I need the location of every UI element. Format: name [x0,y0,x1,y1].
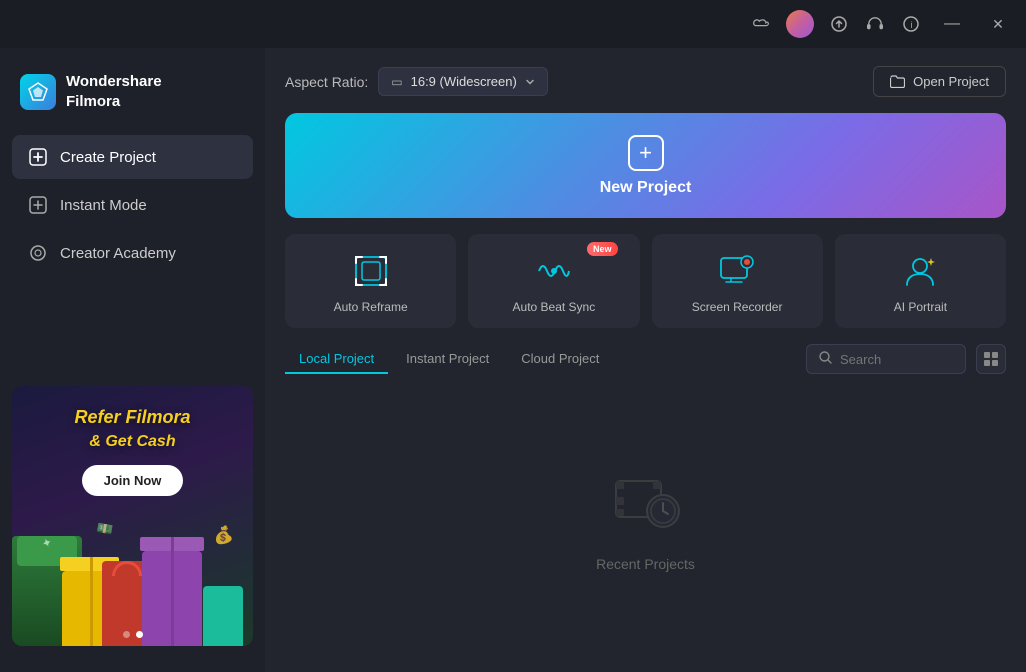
aspect-ratio-label: Aspect Ratio: [285,74,368,90]
referral-banner[interactable]: Refer Filmora & Get Cash Join Now [12,386,253,646]
banner-content: Refer Filmora & Get Cash Join Now [12,386,253,646]
new-project-card[interactable]: + New Project [285,113,1006,218]
join-now-button[interactable]: Join Now [82,465,184,496]
project-tabs-bar: Local Project Instant Project Cloud Proj… [285,344,1006,374]
dot-2 [136,631,143,638]
new-project-label: New Project [600,179,692,197]
app-body: Wondershare Filmora Create Project [0,48,1026,672]
tab-local-project[interactable]: Local Project [285,345,388,374]
sidebar-item-label: Instant Mode [60,197,147,214]
sidebar-nav: Create Project Instant Mode [0,135,265,275]
folder-icon [890,75,905,88]
tool-card-label: Screen Recorder [692,300,783,314]
sidebar: Wondershare Filmora Create Project [0,48,265,672]
user-avatar[interactable] [786,10,814,38]
search-input[interactable] [840,352,953,367]
tool-card-label: Auto Reframe [334,300,408,314]
titlebar-icons: i — ✕ [750,10,1014,38]
close-button[interactable]: ✕ [982,13,1014,35]
sidebar-item-label: Create Project [60,149,156,166]
titlebar: i — ✕ [0,0,1026,48]
sidebar-item-creator-academy[interactable]: Creator Academy [12,231,253,275]
sidebar-item-create-project[interactable]: Create Project [12,135,253,179]
aspect-ratio-icon: ▭ [391,75,402,89]
auto-beat-sync-icon [535,252,573,290]
search-and-view [806,344,1006,374]
tool-card-auto-reframe[interactable]: Auto Reframe [285,234,456,328]
sidebar-logo: Wondershare Filmora [0,58,265,135]
app-logo-icon [20,74,56,110]
create-project-icon [28,147,48,167]
headset-icon[interactable] [864,13,886,35]
view-toggle-button[interactable] [976,344,1006,374]
tab-cloud-project[interactable]: Cloud Project [507,345,613,374]
search-icon [819,351,832,367]
empty-state: Recent Projects [285,386,1006,654]
open-project-label: Open Project [913,74,989,89]
aspect-ratio-group: Aspect Ratio: ▭ 16:9 (Widescreen) [285,67,548,96]
cloud-icon[interactable] [750,13,772,35]
project-section: Local Project Instant Project Cloud Proj… [285,344,1006,654]
sidebar-item-instant-mode[interactable]: Instant Mode [12,183,253,227]
tool-card-label: Auto Beat Sync [513,300,596,314]
dot-1 [123,631,130,638]
info-icon[interactable]: i [900,13,922,35]
tool-card-label: AI Portrait [894,300,947,314]
auto-reframe-icon [352,252,390,290]
tool-card-screen-recorder[interactable]: Screen Recorder [652,234,823,328]
upload-icon[interactable] [828,13,850,35]
search-box [806,344,966,374]
chevron-down-icon [525,77,535,87]
project-tabs: Local Project Instant Project Cloud Proj… [285,345,613,374]
screen-recorder-icon [718,252,756,290]
creator-academy-icon [28,243,48,263]
aspect-ratio-value: 16:9 (Widescreen) [411,74,517,89]
new-project-plus-icon: + [628,135,664,171]
grid-view-icon [983,351,999,367]
aspect-ratio-dropdown[interactable]: ▭ 16:9 (Widescreen) [378,67,548,96]
banner-dots [123,631,143,638]
main-content: Aspect Ratio: ▭ 16:9 (Widescreen) Open P… [265,48,1026,672]
tab-instant-project[interactable]: Instant Project [392,345,503,374]
ai-portrait-icon [901,252,939,290]
tool-cards: Auto Reframe New Auto Beat Sync [285,234,1006,328]
tool-card-ai-portrait[interactable]: AI Portrait [835,234,1006,328]
top-bar: Aspect Ratio: ▭ 16:9 (Widescreen) Open P… [285,66,1006,97]
empty-state-icon [611,469,681,542]
instant-mode-icon [28,195,48,215]
empty-state-label: Recent Projects [596,556,695,572]
sidebar-item-label: Creator Academy [60,245,176,262]
new-badge: New [587,242,618,256]
app-name: Wondershare Filmora [66,72,162,111]
minimize-button[interactable]: — [936,13,968,35]
banner-title: Refer Filmora & Get Cash [74,406,190,453]
svg-text:i: i [911,20,913,30]
open-project-button[interactable]: Open Project [873,66,1006,97]
tool-card-auto-beat-sync[interactable]: New Auto Beat Sync [468,234,639,328]
